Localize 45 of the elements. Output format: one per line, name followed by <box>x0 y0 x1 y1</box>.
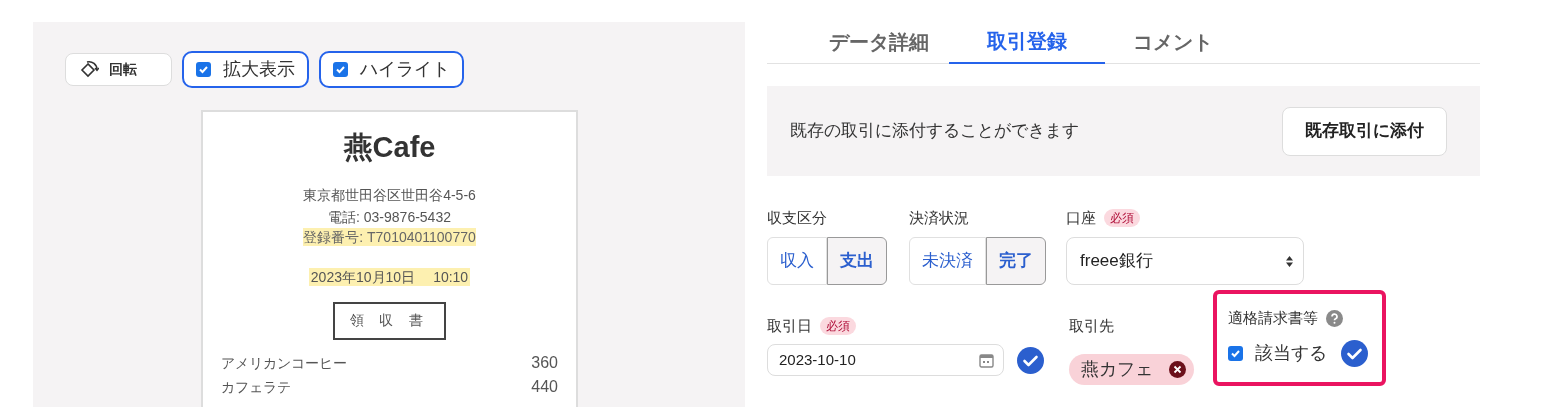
help-icon[interactable] <box>1326 309 1343 327</box>
select-arrows-icon <box>1286 255 1293 267</box>
tab[interactable]: コメント <box>1105 20 1241 64</box>
attach-description: 既存の取引に添付することができます <box>790 120 1079 143</box>
required-badge: 必須 <box>1104 209 1140 227</box>
partner-tag[interactable]: 燕カフェ <box>1069 354 1194 385</box>
tab[interactable]: データ詳細 <box>809 20 949 64</box>
segment-option[interactable]: 未決済 <box>909 237 986 285</box>
address-text: 東京都世田谷区世田谷4-5-6 <box>303 185 476 205</box>
field-label: 口座 <box>1066 207 1096 228</box>
checkmark-icon <box>335 64 346 75</box>
invoice-checkbox[interactable]: 該当する <box>1228 340 1327 367</box>
shop-name: 燕Cafe <box>343 130 436 165</box>
field-label: 決済状況 <box>909 207 969 228</box>
checkbox[interactable] <box>196 62 211 77</box>
segment-option[interactable]: 完了 <box>986 237 1046 285</box>
attach-existing-button[interactable]: 既存取引に添付 <box>1282 106 1447 156</box>
item-name: カフェラテ <box>221 377 291 396</box>
account-select[interactable]: freee銀行 <box>1066 237 1304 285</box>
item-price: 360 <box>531 353 558 372</box>
segment-option[interactable]: 収入 <box>767 237 827 285</box>
rotate-button[interactable]: 回転 <box>65 53 172 86</box>
date-field[interactable]: 2023-10-10 <box>767 344 1004 376</box>
remove-icon[interactable] <box>1169 361 1186 378</box>
tab[interactable]: 取引登録 <box>949 20 1105 64</box>
item-price: 440 <box>531 377 558 396</box>
checkmark-icon <box>198 64 209 75</box>
registration-number: 登録番号: T7010401100770 <box>303 227 476 246</box>
calendar-icon <box>979 352 994 368</box>
checkmark-icon <box>1230 348 1241 359</box>
receipt-datetime: 2023年10月10日 10:10 <box>308 267 471 286</box>
receipt-title: 領 収 書 <box>333 301 446 340</box>
checkbox[interactable] <box>1228 346 1243 361</box>
toggle-option[interactable]: ハイライト <box>319 51 464 88</box>
required-badge: 必須 <box>820 317 856 335</box>
field-label: 取引先 <box>1069 315 1114 336</box>
field-label: 収支区分 <box>767 207 827 228</box>
field-label: 取引日 <box>767 315 812 336</box>
checkbox[interactable] <box>333 62 348 77</box>
phone-text: 電話: 03-9876-5432 <box>328 207 451 227</box>
rotate-icon <box>79 59 99 80</box>
field-label: 適格請求書等 <box>1228 307 1318 328</box>
item-name: アメリカンコーヒー <box>221 353 347 372</box>
segment-option[interactable]: 支出 <box>827 237 887 285</box>
toggle-option[interactable]: 拡大表示 <box>182 51 309 88</box>
